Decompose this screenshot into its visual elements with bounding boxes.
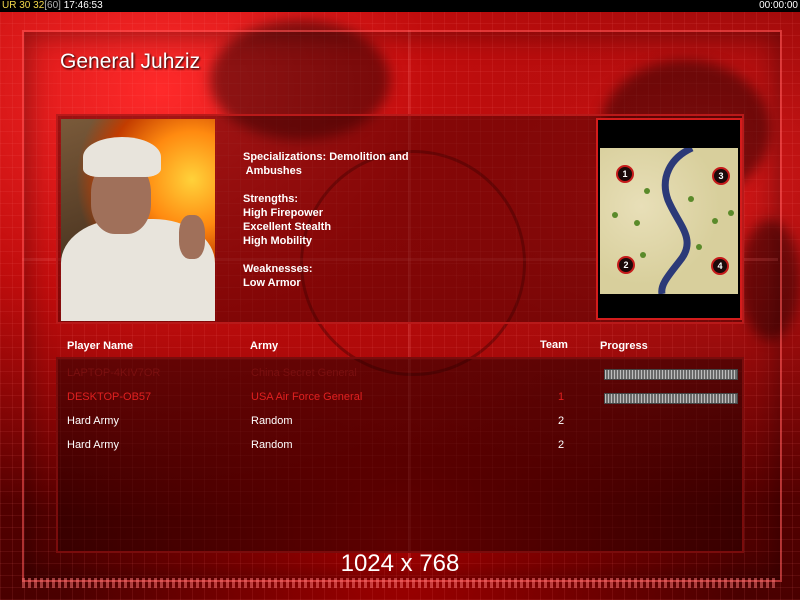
general-portrait	[61, 119, 215, 321]
portrait-turban	[83, 137, 161, 177]
start-position-3[interactable]: 3	[712, 167, 730, 185]
start-position-1[interactable]: 1	[616, 165, 634, 183]
header-player-name: Player Name	[67, 340, 134, 352]
player-army: China Secret General	[251, 367, 357, 379]
bottom-decoration	[22, 578, 778, 588]
page-title: General Juhziz	[60, 50, 201, 73]
player-army: Random	[251, 415, 293, 427]
specializations-cont: Ambushes	[243, 165, 302, 177]
player-row: Hard Army Random 2	[58, 412, 746, 432]
strength-item: Excellent Stealth	[243, 221, 332, 233]
tree-icon	[728, 210, 734, 216]
player-row: DESKTOP-OB57 USA Air Force General 1	[58, 388, 746, 408]
general-info-panel: Specializations: Demolition and Ambushes…	[56, 114, 744, 324]
tree-icon	[612, 212, 618, 218]
status-bracket: [60]	[44, 0, 61, 11]
player-army: USA Air Force General	[251, 391, 363, 403]
portrait-hand	[179, 215, 205, 259]
start-position-2[interactable]: 2	[617, 256, 635, 274]
player-list: LAPTOP-4KIV7OR China Secret General DESK…	[56, 357, 744, 553]
status-bar: UR 30 32[60] 17:46:53 00:00:00	[0, 0, 800, 12]
player-row: LAPTOP-4KIV7OR China Secret General	[58, 364, 746, 384]
player-team: 2	[558, 439, 565, 451]
weakness-item: Low Armor	[243, 277, 301, 289]
player-team: 1	[558, 391, 565, 403]
tree-icon	[696, 244, 702, 250]
start-position-4[interactable]: 4	[711, 257, 729, 275]
header-army: Army	[250, 340, 279, 352]
player-team: 2	[558, 415, 565, 427]
strength-item: High Firepower	[243, 207, 324, 219]
player-progress-bar	[604, 393, 738, 404]
specializations-label: Specializations: Demolition and	[243, 151, 409, 163]
player-progress-bar	[604, 369, 738, 380]
tree-icon	[644, 188, 650, 194]
status-num1: 30	[19, 0, 31, 11]
status-timer: 00:00:00	[759, 0, 798, 11]
player-name: Hard Army	[67, 439, 119, 451]
resolution-label: 1024 x 768	[340, 550, 460, 577]
status-tag: UR	[2, 0, 17, 11]
status-time: 17:46:53	[63, 0, 103, 11]
player-name: DESKTOP-OB57	[67, 391, 152, 403]
tree-icon	[688, 196, 694, 202]
general-description: Specializations: Demolition and Ambushes…	[243, 150, 409, 290]
strength-item: High Mobility	[243, 235, 313, 247]
map-preview[interactable]: 1 3 2 4	[596, 118, 742, 320]
status-num2: 32	[33, 0, 45, 11]
player-name: LAPTOP-4KIV7OR	[67, 367, 161, 379]
player-army: Random	[251, 439, 293, 451]
strengths-label: Strengths:	[243, 193, 298, 205]
map-terrain: 1 3 2 4	[600, 148, 738, 294]
header-team: Team	[540, 339, 568, 351]
tree-icon	[712, 218, 718, 224]
player-row: Hard Army Random 2	[58, 436, 746, 456]
player-name: Hard Army	[67, 415, 119, 427]
status-left: UR 30 32[60] 17:46:53	[2, 0, 103, 12]
weaknesses-label: Weaknesses:	[243, 263, 313, 275]
header-progress: Progress	[600, 340, 648, 352]
tree-icon	[634, 220, 640, 226]
tree-icon	[640, 252, 646, 258]
